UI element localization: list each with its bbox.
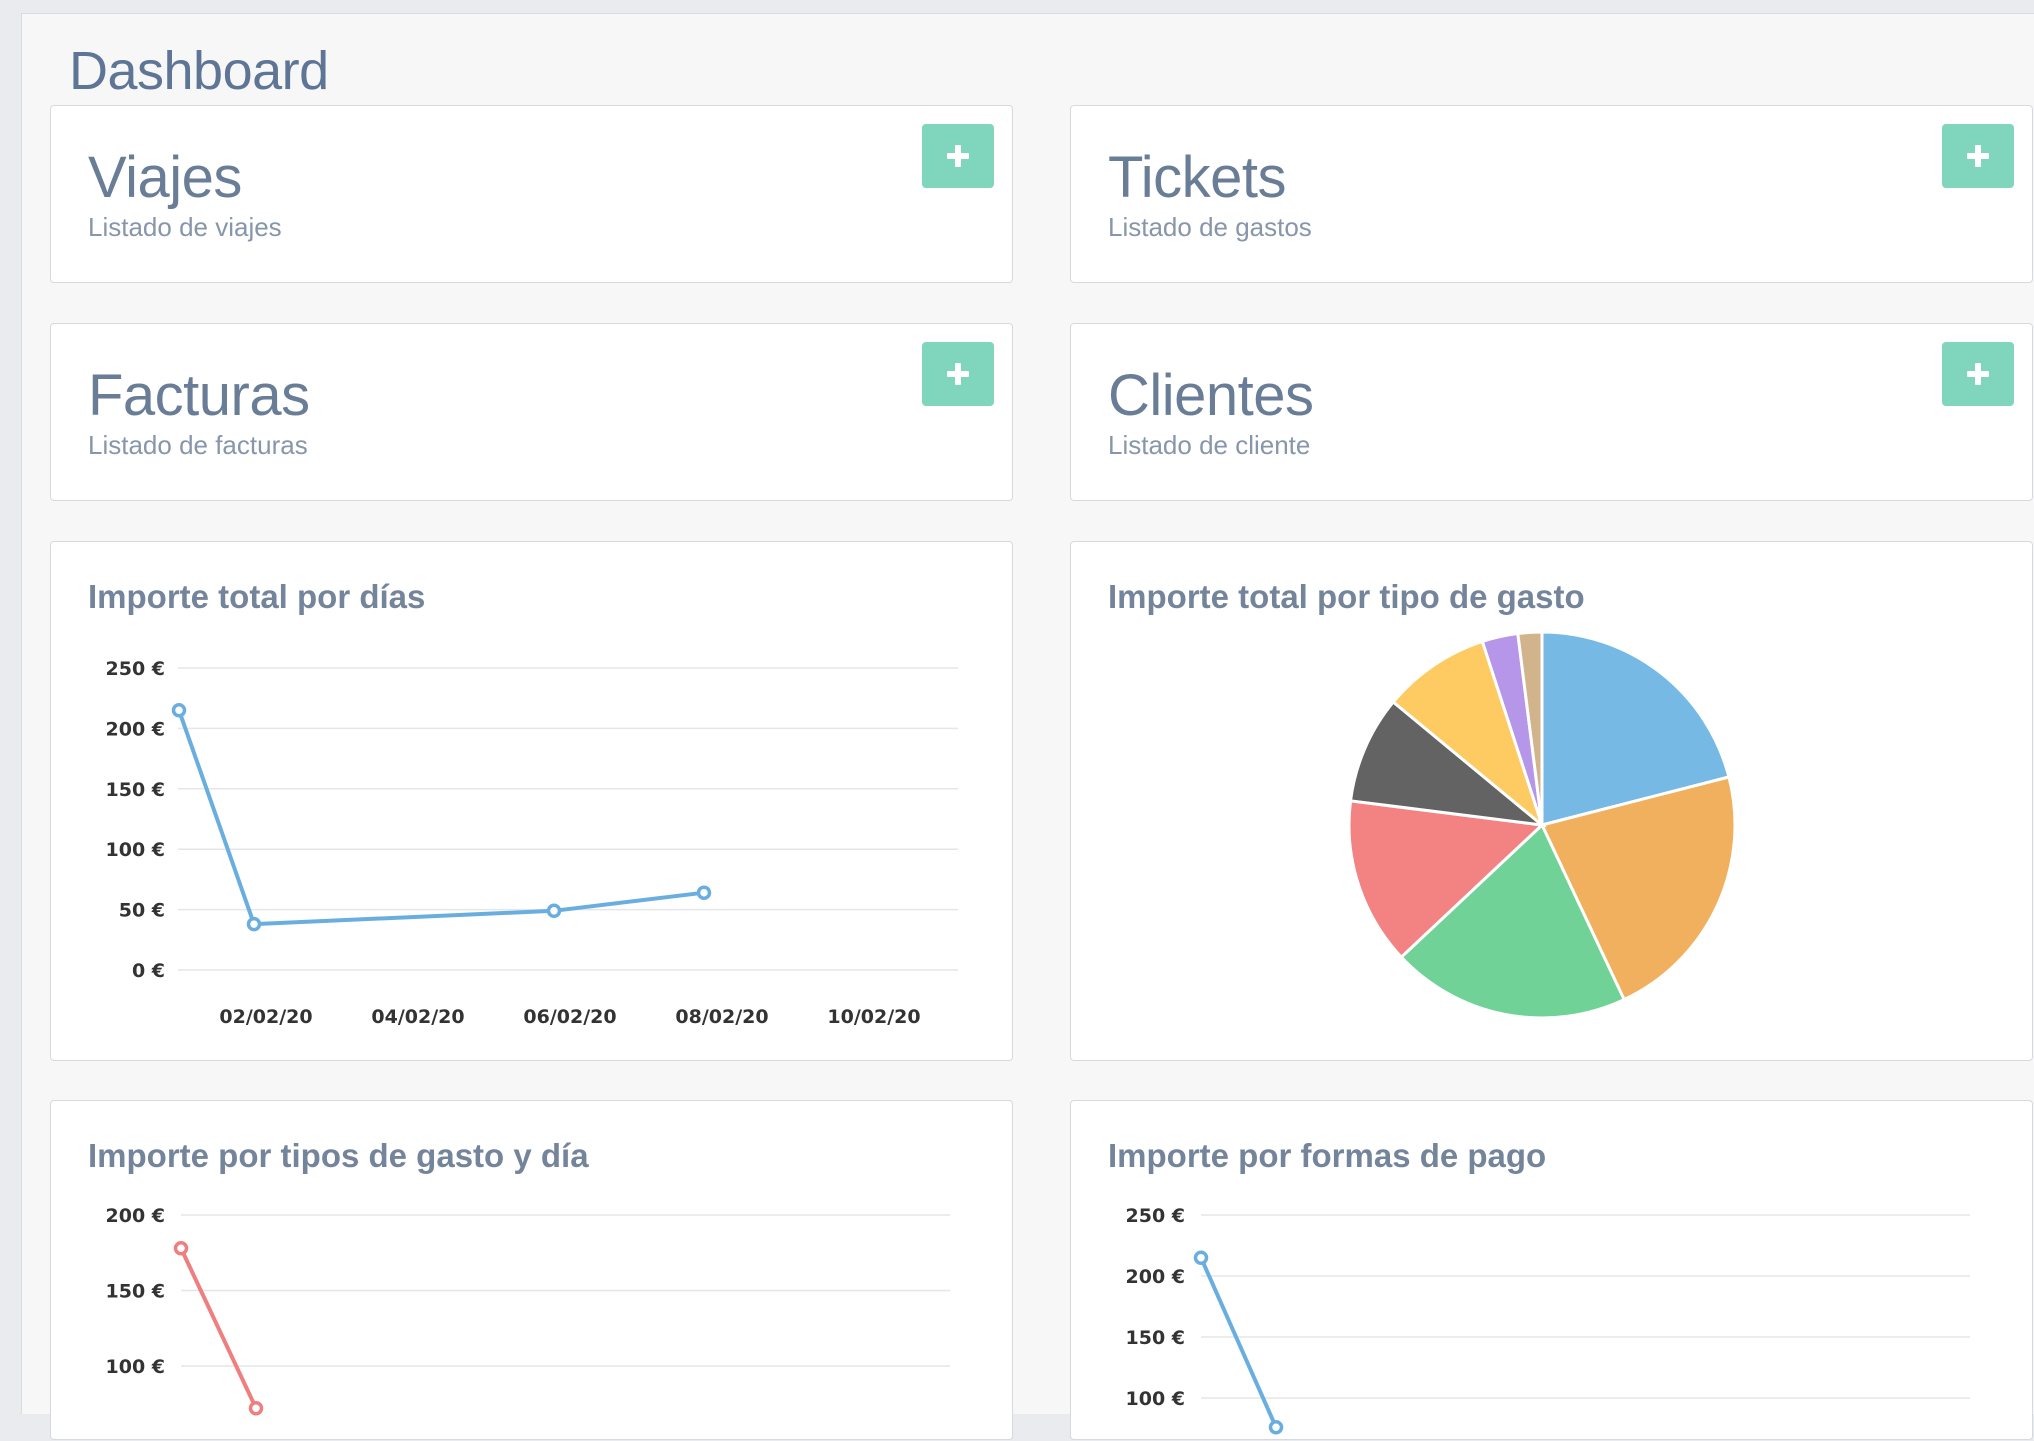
card-tickets: Tickets Listado de gastos (1070, 105, 2033, 283)
y-tick-label: 250 € (1126, 1205, 1186, 1227)
y-tick-label: 50 € (119, 900, 165, 922)
y-tick-label: 150 € (1126, 1327, 1186, 1349)
pie-chart (1347, 630, 1737, 1020)
line-chart: 200 € 150 € 100 € (106, 1205, 950, 1416)
line-chart: 250 € 200 € 150 € 100 € 50 € 0 € 02/02/20 04/02… (106, 658, 958, 1028)
y-tick-label: 250 € (106, 658, 166, 680)
y-tick-label: 0 € (132, 960, 165, 982)
x-tick-label: 04/02/20 (371, 1006, 464, 1028)
data-point[interactable] (1268, 1420, 1284, 1435)
y-tick-label: 100 € (106, 1356, 166, 1378)
plus-icon (1967, 363, 1989, 385)
card-subtitle: Listado de viajes (88, 212, 282, 242)
series-line (179, 1247, 258, 1410)
add-factura-button[interactable] (922, 342, 994, 406)
x-tick-label: 10/02/20 (827, 1006, 920, 1028)
data-point[interactable] (171, 703, 187, 718)
y-tick-label: 100 € (1126, 1388, 1186, 1410)
y-tick-label: 200 € (1126, 1266, 1186, 1288)
series-line (177, 709, 705, 927)
data-point[interactable] (248, 1401, 264, 1416)
y-tick-label: 200 € (106, 1205, 166, 1227)
page-title: Dashboard (69, 41, 329, 101)
card-subtitle: Listado de facturas (88, 430, 308, 460)
x-tick-label: 06/02/20 (523, 1006, 616, 1028)
plus-icon (947, 363, 969, 385)
plus-icon (947, 145, 969, 167)
data-point[interactable] (246, 916, 262, 932)
chart-card-tipo-gasto: Importe total por tipo de gasto (1070, 541, 2033, 1061)
card-title: Tickets (1108, 145, 1287, 210)
card-clientes: Clientes Listado de cliente (1070, 323, 2033, 501)
x-tick-label: 08/02/20 (675, 1006, 768, 1028)
y-tick-label: 200 € (106, 718, 166, 740)
chart-card-importe-dias: Importe total por días 250 €200 €150 €10… (50, 541, 1013, 1061)
chart-card-formas-pago: Importe por formas de pago 250 €200 €150… (1070, 1100, 2033, 1440)
add-cliente-button[interactable] (1942, 342, 2014, 406)
card-subtitle: Listado de gastos (1108, 212, 1312, 242)
data-point[interactable] (546, 903, 562, 919)
x-tick-label: 02/02/20 (219, 1006, 312, 1028)
card-facturas: Facturas Listado de facturas (50, 323, 1013, 501)
add-ticket-button[interactable] (1942, 124, 2014, 188)
series-line (1199, 1256, 1278, 1429)
data-point[interactable] (1193, 1250, 1209, 1265)
data-point[interactable] (173, 1240, 189, 1256)
card-title: Viajes (88, 145, 242, 210)
plus-icon (1967, 145, 1989, 167)
add-viaje-button[interactable] (922, 124, 994, 188)
line-chart: 250 € 200 € 150 € 100 € (1126, 1205, 1970, 1435)
dashboard-frame: Dashboard Viajes Listado de viajes Ticke… (21, 13, 2034, 1440)
data-point[interactable] (696, 885, 712, 900)
card-subtitle: Listado de cliente (1108, 430, 1311, 460)
y-tick-label: 100 € (106, 839, 166, 861)
card-viajes: Viajes Listado de viajes (50, 105, 1013, 283)
card-title: Clientes (1108, 363, 1314, 428)
card-title: Facturas (88, 363, 310, 428)
chart-card-tipos-gasto-dia: Importe por tipos de gasto y día 200 €15… (50, 1100, 1013, 1440)
y-tick-label: 150 € (106, 1281, 166, 1303)
y-tick-label: 150 € (106, 779, 166, 801)
